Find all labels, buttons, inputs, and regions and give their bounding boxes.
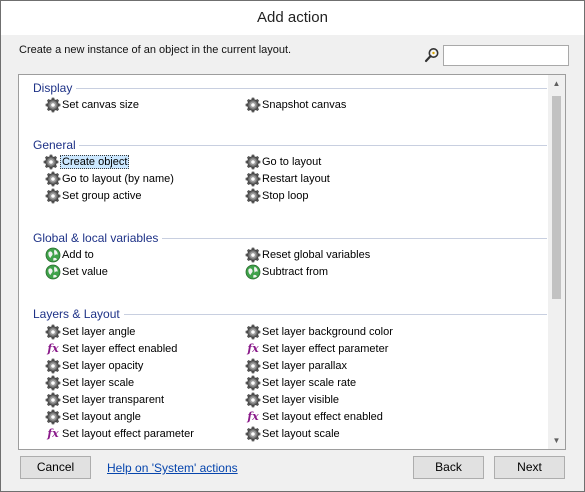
help-link[interactable]: Help on 'System' actions: [107, 461, 238, 475]
action-item-restart-layout[interactable]: Restart layout: [245, 171, 330, 187]
group-header: General: [33, 138, 76, 152]
action-description: Create a new instance of an object in th…: [19, 44, 292, 56]
search-input[interactable]: [443, 45, 569, 66]
action-item-stop-loop[interactable]: Stop loop: [245, 188, 308, 204]
scroll-up-arrow-icon[interactable]: ▲: [548, 75, 565, 92]
group-divider: [162, 238, 547, 239]
action-item-go-to-layout[interactable]: Go to layout: [245, 154, 321, 170]
add-action-dialog: Add action Create a new instance of an o…: [0, 0, 585, 492]
action-item-go-to-layout-by-name[interactable]: Go to layout (by name): [45, 171, 174, 187]
group-header: Display: [33, 81, 73, 95]
gear-icon: [45, 392, 61, 408]
fx-icon: fx: [47, 427, 59, 440]
cancel-button[interactable]: Cancel: [20, 456, 91, 479]
action-item-set-group-active[interactable]: Set group active: [45, 188, 142, 204]
gear-icon: [245, 426, 261, 442]
action-item-reset-global-variables[interactable]: Reset global variables: [245, 247, 370, 263]
action-item-set-layer-parallax[interactable]: Set layer parallax: [245, 358, 347, 374]
gear-icon: [45, 324, 61, 340]
action-item-set-layer-scale-rate[interactable]: Set layer scale rate: [245, 375, 356, 391]
gear-icon: [245, 324, 261, 340]
action-item-set-canvas-size[interactable]: Set canvas size: [45, 97, 139, 113]
group-divider: [124, 314, 547, 315]
gear-icon: [245, 154, 261, 170]
gear-icon: [45, 188, 61, 204]
gear-icon: [45, 409, 61, 425]
group-header: Layers & Layout: [33, 307, 120, 321]
action-list: Display Set canvas size Snapshot canvas …: [18, 74, 566, 450]
action-item-set-layout-effect-parameter[interactable]: fx Set layout effect parameter: [45, 426, 194, 442]
gear-icon: [43, 154, 59, 170]
fx-icon: fx: [47, 342, 59, 355]
gear-icon: [245, 171, 261, 187]
gear-icon: [245, 188, 261, 204]
action-item-set-layout-scale[interactable]: Set layout scale: [245, 426, 340, 442]
action-item-set-value[interactable]: Set value: [45, 264, 108, 280]
gear-icon: [45, 171, 61, 187]
fx-icon: fx: [247, 410, 259, 423]
globe-icon: [45, 264, 61, 280]
gear-icon: [45, 97, 61, 113]
action-item-set-layout-angle[interactable]: Set layout angle: [45, 409, 141, 425]
action-item-set-layer-effect-enabled[interactable]: fx Set layer effect enabled: [45, 341, 177, 357]
action-item-set-layer-transparent[interactable]: Set layer transparent: [45, 392, 164, 408]
globe-icon: [245, 264, 261, 280]
vertical-scrollbar[interactable]: ▲ ▼: [548, 75, 565, 449]
group-divider: [76, 88, 547, 89]
action-item-subtract-from[interactable]: Subtract from: [245, 264, 328, 280]
action-item-set-layer-angle[interactable]: Set layer angle: [45, 324, 135, 340]
group-header: Global & local variables: [33, 231, 159, 245]
scroll-down-arrow-icon[interactable]: ▼: [548, 432, 565, 449]
gear-icon: [245, 375, 261, 391]
action-item-add-to[interactable]: Add to: [45, 247, 94, 263]
dialog-title: Add action: [1, 1, 584, 35]
action-item-set-layer-visible[interactable]: Set layer visible: [245, 392, 339, 408]
group-divider: [79, 145, 547, 146]
gear-icon: [45, 375, 61, 391]
action-item-set-layer-opacity[interactable]: Set layer opacity: [45, 358, 143, 374]
action-item-set-layout-effect-enabled[interactable]: fx Set layout effect enabled: [245, 409, 383, 425]
gear-icon: [45, 358, 61, 374]
gear-icon: [245, 97, 261, 113]
action-item-set-layer-background-color[interactable]: Set layer background color: [245, 324, 393, 340]
next-button[interactable]: Next: [494, 456, 565, 479]
gear-icon: [245, 392, 261, 408]
globe-icon: [45, 247, 61, 263]
gear-icon: [245, 247, 261, 263]
action-item-set-layer-effect-parameter[interactable]: fx Set layer effect parameter: [245, 341, 388, 357]
search-icon: [424, 48, 439, 63]
fx-icon: fx: [247, 342, 259, 355]
action-item-set-layer-scale[interactable]: Set layer scale: [45, 375, 134, 391]
scroll-thumb[interactable]: [552, 96, 561, 299]
back-button[interactable]: Back: [413, 456, 484, 479]
action-item-snapshot-canvas[interactable]: Snapshot canvas: [245, 97, 346, 113]
action-item-create-object[interactable]: Create object: [43, 154, 130, 170]
gear-icon: [245, 358, 261, 374]
